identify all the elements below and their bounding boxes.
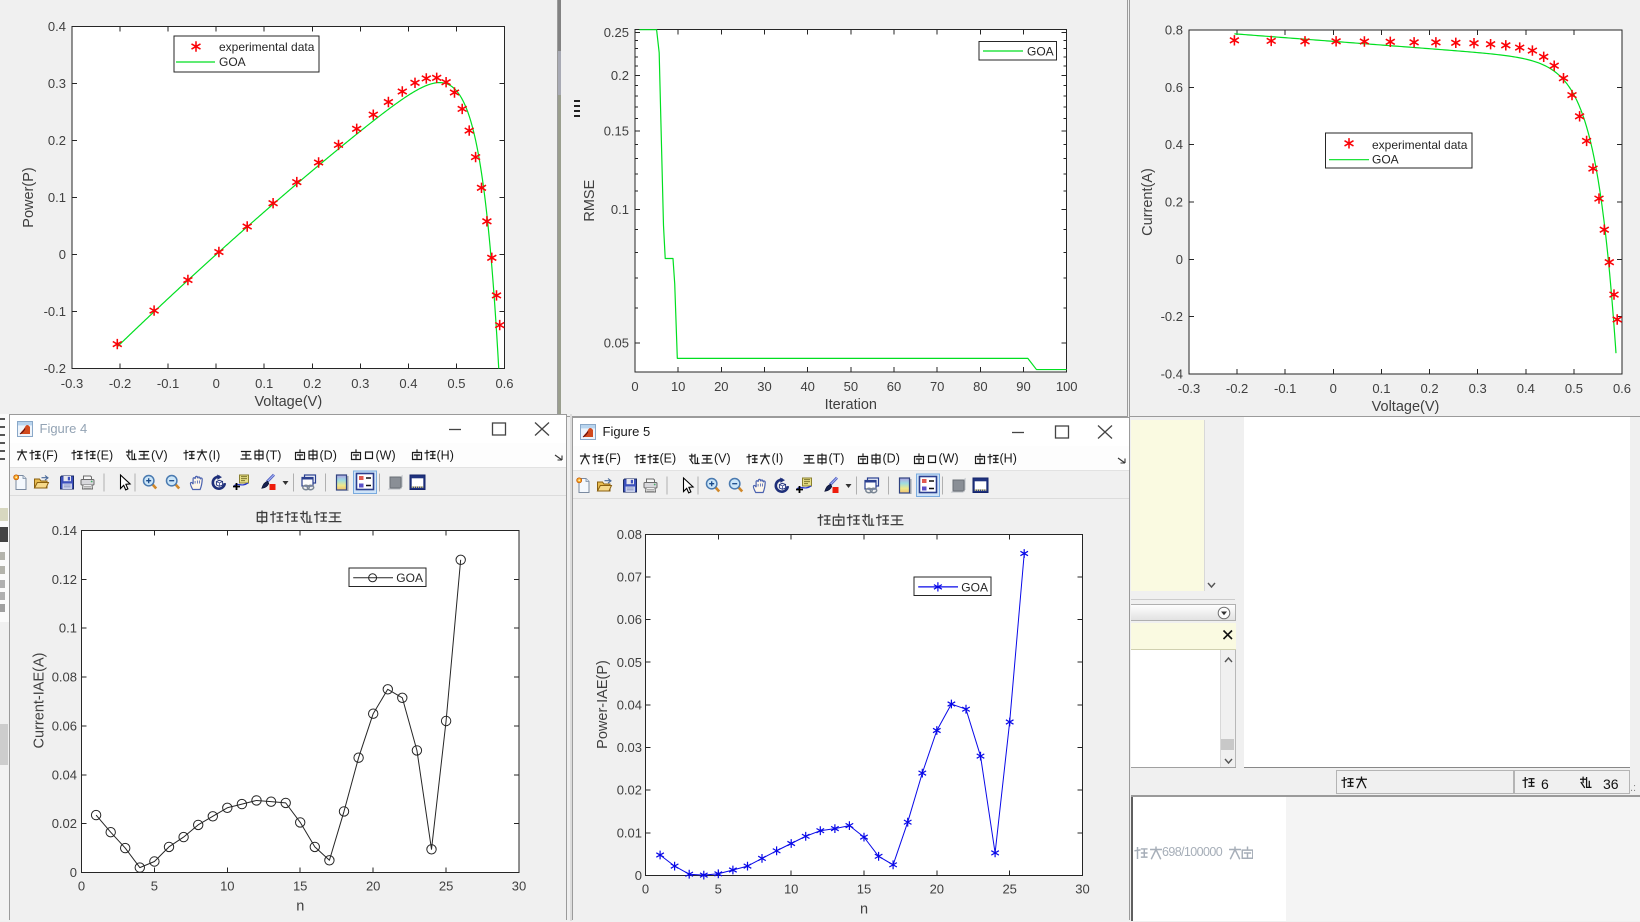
svg-text:0: 0	[631, 379, 638, 394]
svg-text:0.2: 0.2	[1165, 195, 1183, 210]
svg-text:100: 100	[1056, 379, 1078, 394]
svg-text:n: n	[859, 902, 867, 918]
svg-text:Current(A): Current(A)	[1140, 168, 1156, 236]
svg-text:0: 0	[1330, 381, 1337, 396]
svg-text:0: 0	[641, 882, 648, 897]
svg-text:-0.3: -0.3	[61, 376, 83, 391]
svg-text:experimental data: experimental data	[219, 40, 315, 54]
svg-text:0.15: 0.15	[604, 124, 629, 139]
svg-text:10: 10	[220, 878, 234, 893]
svg-text:GOA: GOA	[1027, 45, 1054, 59]
svg-text:GOA: GOA	[1372, 153, 1399, 167]
svg-text:20: 20	[714, 379, 728, 394]
svg-text:Voltage(V): Voltage(V)	[254, 394, 322, 410]
svg-text:-0.1: -0.1	[44, 304, 66, 319]
svg-text:0.3: 0.3	[48, 76, 66, 91]
svg-text:0: 0	[1176, 252, 1183, 267]
svg-text:0.4: 0.4	[1165, 137, 1183, 152]
svg-text:0.06: 0.06	[51, 718, 76, 733]
svg-text:0.6: 0.6	[495, 376, 513, 391]
svg-text:40: 40	[800, 379, 814, 394]
svg-text:-0.1: -0.1	[157, 376, 179, 391]
svg-text:0.6: 0.6	[1165, 80, 1183, 95]
svg-text:50: 50	[844, 379, 858, 394]
svg-text:-0.2: -0.2	[109, 376, 131, 391]
svg-text:0: 0	[69, 865, 76, 880]
svg-text:0.4: 0.4	[48, 19, 66, 34]
svg-text:0.02: 0.02	[616, 783, 641, 798]
svg-text:Power-IAE(P): Power-IAE(P)	[595, 660, 611, 749]
svg-text:0.04: 0.04	[616, 697, 641, 712]
svg-text:0.8: 0.8	[1165, 23, 1183, 38]
svg-text:0.4: 0.4	[399, 376, 417, 391]
svg-text:0: 0	[213, 376, 220, 391]
svg-text:GOA: GOA	[396, 571, 423, 585]
svg-text:15: 15	[856, 882, 870, 897]
svg-text:Iteration: Iteration	[825, 397, 877, 413]
svg-text:Current-IAE(A): Current-IAE(A)	[31, 652, 47, 748]
svg-text:0.4: 0.4	[1517, 381, 1535, 396]
svg-text:0.08: 0.08	[616, 527, 641, 542]
svg-text:-0.2: -0.2	[44, 361, 66, 376]
svg-text:-0.3: -0.3	[1178, 381, 1200, 396]
svg-text:10: 10	[783, 882, 797, 897]
svg-text:0.1: 0.1	[58, 620, 76, 635]
svg-text:70: 70	[930, 379, 944, 394]
svg-text:0: 0	[634, 868, 641, 883]
svg-text:0.05: 0.05	[616, 655, 641, 670]
svg-text:experimental data: experimental data	[1372, 138, 1468, 152]
svg-text:25: 25	[1002, 882, 1016, 897]
svg-text:0.08: 0.08	[51, 669, 76, 684]
svg-text:GOA: GOA	[961, 580, 988, 594]
svg-text:0.03: 0.03	[616, 740, 641, 755]
svg-text:Voltage(V): Voltage(V)	[1372, 399, 1440, 415]
svg-text:90: 90	[1016, 379, 1030, 394]
svg-text:30: 30	[511, 878, 525, 893]
svg-text:20: 20	[365, 878, 379, 893]
svg-text:0.1: 0.1	[611, 202, 629, 217]
svg-text:30: 30	[757, 379, 771, 394]
svg-text:Power(P): Power(P)	[21, 167, 37, 227]
svg-text:0.3: 0.3	[351, 376, 369, 391]
svg-text:-0.2: -0.2	[1226, 381, 1248, 396]
svg-text:0.5: 0.5	[447, 376, 465, 391]
svg-text:0.1: 0.1	[1372, 381, 1390, 396]
svg-text:0.02: 0.02	[51, 816, 76, 831]
svg-text:25: 25	[438, 878, 452, 893]
svg-text:0.2: 0.2	[1421, 381, 1439, 396]
svg-text:-0.2: -0.2	[1161, 309, 1183, 324]
svg-text:5: 5	[150, 878, 157, 893]
svg-text:0: 0	[77, 878, 84, 893]
svg-text:-0.1: -0.1	[1274, 381, 1296, 396]
svg-text:0.2: 0.2	[48, 133, 66, 148]
svg-text:20: 20	[929, 882, 943, 897]
svg-text:-0.4: -0.4	[1161, 367, 1183, 382]
svg-text:0.12: 0.12	[51, 571, 76, 586]
svg-text:0.2: 0.2	[303, 376, 321, 391]
svg-text:80: 80	[973, 379, 987, 394]
svg-text:0.04: 0.04	[51, 767, 76, 782]
svg-text:n: n	[296, 898, 304, 914]
svg-text:0: 0	[59, 247, 66, 262]
svg-text:0.3: 0.3	[1469, 381, 1487, 396]
svg-text:0.07: 0.07	[616, 570, 641, 585]
svg-text:0.1: 0.1	[255, 376, 273, 391]
svg-text:15: 15	[292, 878, 306, 893]
svg-text:0.2: 0.2	[611, 68, 629, 83]
svg-text:RMSE: RMSE	[582, 179, 598, 221]
svg-text:60: 60	[887, 379, 901, 394]
svg-text:0.01: 0.01	[616, 825, 641, 840]
svg-text:0.6: 0.6	[1613, 381, 1631, 396]
svg-text:0.5: 0.5	[1565, 381, 1583, 396]
svg-text:0.25: 0.25	[604, 25, 629, 40]
svg-text:0.06: 0.06	[616, 612, 641, 627]
svg-text:5: 5	[714, 882, 721, 897]
svg-text:GOA: GOA	[219, 55, 246, 69]
svg-text:0.14: 0.14	[51, 523, 76, 538]
svg-text:30: 30	[1075, 882, 1089, 897]
svg-text:0.1: 0.1	[48, 190, 66, 205]
svg-text:10: 10	[671, 379, 685, 394]
svg-text:0.05: 0.05	[604, 336, 629, 351]
